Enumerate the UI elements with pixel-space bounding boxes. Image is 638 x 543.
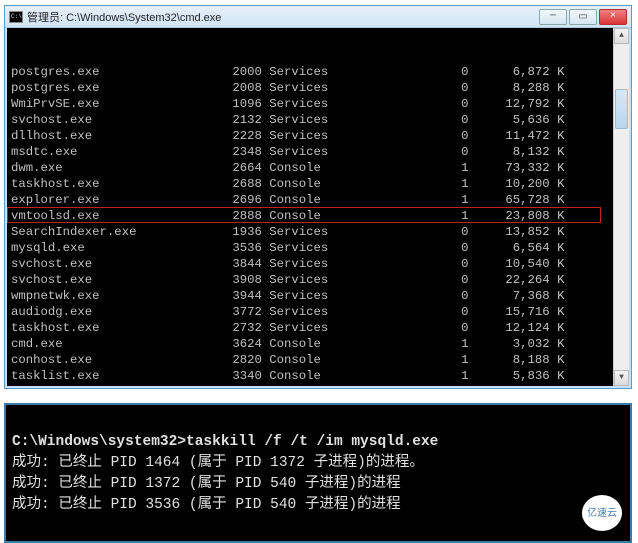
- process-row: WmiPrvSE.exe 1096 Services 0 12,792 K: [11, 96, 629, 112]
- window-title: 管理员: C:\Windows\System32\cmd.exe: [27, 9, 539, 25]
- cmd-window: 管理员: C:\Windows\System32\cmd.exe ─ ▭ × p…: [4, 5, 632, 389]
- process-row: svchost.exe 2132 Services 0 5,636 K: [11, 112, 629, 128]
- process-row: postgres.exe 2000 Services 0 6,872 K: [11, 64, 629, 80]
- scroll-up-button[interactable]: ▲: [614, 28, 629, 44]
- watermark-bubble: 亿速云: [582, 495, 622, 531]
- process-row: SearchIndexer.exe 1936 Services 0 13,852…: [11, 224, 629, 240]
- process-row: explorer.exe 2696 Console 1 65,728 K: [11, 192, 629, 208]
- process-row: svchost.exe 3908 Services 0 22,264 K: [11, 272, 629, 288]
- watermark-text: 亿速云: [587, 503, 617, 524]
- process-row: msdtc.exe 2348 Services 0 8,132 K: [11, 144, 629, 160]
- terminal-output[interactable]: postgres.exe 2000 Services 0 6,872 Kpost…: [5, 28, 631, 388]
- cmd-icon: [9, 11, 23, 23]
- taskkill-result-0: 成功: 已终止 PID 1464 (属于 PID 1372 子进程)的进程。: [12, 455, 424, 471]
- close-button[interactable]: ×: [599, 9, 627, 25]
- title-bar: 管理员: C:\Windows\System32\cmd.exe ─ ▭ ×: [5, 6, 631, 28]
- scroll-thumb[interactable]: [615, 89, 628, 129]
- window-controls: ─ ▭ ×: [539, 9, 627, 25]
- minimize-button[interactable]: ─: [539, 9, 567, 25]
- process-row: svchost.exe 3844 Services 0 10,540 K: [11, 256, 629, 272]
- scroll-down-button[interactable]: ▼: [614, 370, 629, 386]
- process-row: vmtoolsd.exe 2888 Console 1 23,808 K: [11, 208, 629, 224]
- taskkill-result-2: 成功: 已终止 PID 3536 (属于 PID 540 子进程)的进程: [12, 497, 401, 513]
- taskkill-output: C:\Windows\system32>taskkill /f /t /im m…: [4, 403, 632, 543]
- process-row: cmd.exe 3624 Console 1 3,032 K: [11, 336, 629, 352]
- process-row: tasklist.exe 3340 Console 1 5,836 K: [11, 368, 629, 384]
- scroll-track[interactable]: [614, 44, 629, 370]
- process-row: postgres.exe 2008 Services 0 8,288 K: [11, 80, 629, 96]
- process-row: taskhost.exe 2732 Services 0 12,124 K: [11, 320, 629, 336]
- scrollbar-vertical[interactable]: ▲ ▼: [613, 28, 629, 386]
- taskkill-result-1: 成功: 已终止 PID 1372 (属于 PID 540 子进程)的进程: [12, 476, 401, 492]
- taskkill-command: C:\Windows\system32>taskkill /f /t /im m…: [12, 434, 438, 450]
- process-row: mysqld.exe 3536 Services 0 6,564 K: [11, 240, 629, 256]
- maximize-button[interactable]: ▭: [569, 9, 597, 25]
- process-row: taskhost.exe 2688 Console 1 10,200 K: [11, 176, 629, 192]
- process-row: dllhost.exe 2228 Services 0 11,472 K: [11, 128, 629, 144]
- process-row: audiodg.exe 3772 Services 0 15,716 K: [11, 304, 629, 320]
- process-row: wmpnetwk.exe 3944 Services 0 7,368 K: [11, 288, 629, 304]
- process-row: dwm.exe 2664 Console 1 73,332 K: [11, 160, 629, 176]
- process-row: conhost.exe 2820 Console 1 8,188 K: [11, 352, 629, 368]
